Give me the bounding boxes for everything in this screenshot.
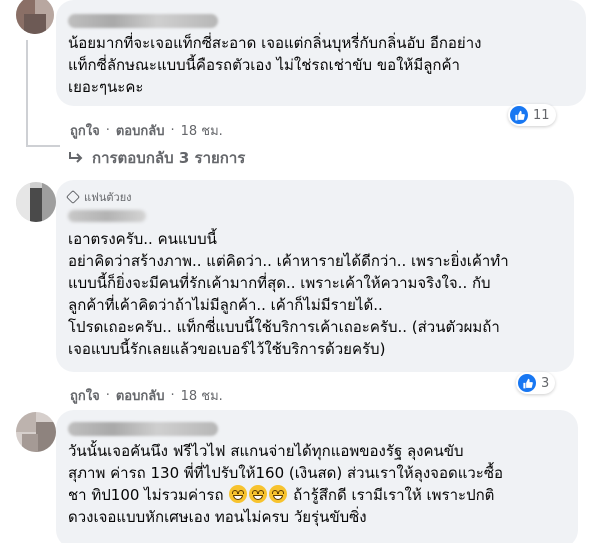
separator-dot: · xyxy=(105,123,110,138)
separator-dot: · xyxy=(105,388,110,403)
comment-text: เอาตรงครับ.. คนแบบนี้ xyxy=(68,230,217,248)
avatar[interactable] xyxy=(16,412,56,452)
view-replies-link[interactable]: การตอบกลับ 3 รายการ xyxy=(68,146,245,170)
comment-text-part: ชา ทิป100 ไม่รวมค่ารถ xyxy=(68,486,224,504)
reply-button[interactable]: ตอบกลับ xyxy=(116,385,165,406)
comment-text: โปรดเถอะครับ.. แท็กซี่แบบนี้ใช้บริการเค้… xyxy=(68,318,500,336)
view-replies-label: การตอบกลับ 3 รายการ xyxy=(92,149,246,167)
reaction-count[interactable]: 3 xyxy=(516,372,556,394)
comment-text: ดวงเจอแบบหักเศษเอง ทอนไม่ครบ วัยรุ่นขับซ… xyxy=(68,508,367,526)
comment-text: ลูกค้าที่เค้าคิดว่าถ้าไม่มีลูกค้า.. เค้า… xyxy=(68,296,383,314)
comment-text: เยอะๆนะคะ xyxy=(68,78,144,96)
comment-text: แบบนี้ก็ยิ่งจะมีคนที่รักเค้ามากที่สุด.. … xyxy=(68,274,491,292)
comment-text: อย่าคิดว่าสร้างภาพ.. แต่คิดว่า.. เค้าหาร… xyxy=(68,252,509,270)
top-fan-label: แฟนตัวยง xyxy=(84,191,132,204)
thread-line xyxy=(26,40,28,146)
comment-text: น้อยมากที่จะเจอแท็กซี่สะอาด เจอแต่กลิ่นบ… xyxy=(68,34,482,52)
separator-dot: · xyxy=(170,388,175,403)
reply-button[interactable]: ตอบกลับ xyxy=(116,120,165,141)
comment-actions: ถูกใจ · ตอบกลับ · 18 ชม. xyxy=(70,385,223,406)
comment-bubble-2: แฟนตัวยง เอาตรงครับ.. คนแบบนี้ อย่าคิดว่… xyxy=(56,180,574,372)
grinning-emoji-icon xyxy=(229,485,248,503)
like-reaction-icon xyxy=(518,374,536,392)
top-fan-badge[interactable]: แฟนตัวยง xyxy=(65,188,562,206)
comment-text: เจอแบบนี้รักเลยแล้วขอเบอร์ไว้ใช้บริการด้… xyxy=(68,340,386,358)
comment-text: แท็กซี่ลักษณะแบบนี้คือรถตัวเอง ไม่ใช่รถเ… xyxy=(68,56,460,74)
comment-text: สุภาพ ค่ารถ 130 พี่ที่ไปรับให้160 (เงินส… xyxy=(68,464,504,482)
comment-actions: ถูกใจ · ตอบกลับ · 18 ชม. xyxy=(70,120,223,141)
timestamp[interactable]: 18 ชม. xyxy=(181,385,223,406)
separator-dot: · xyxy=(170,123,175,138)
reply-arrow-icon xyxy=(69,152,83,163)
avatar[interactable] xyxy=(16,0,54,34)
author-name-blurred[interactable] xyxy=(68,210,146,222)
author-name-blurred[interactable] xyxy=(68,422,218,436)
grinning-emoji-icon xyxy=(269,485,288,503)
timestamp[interactable]: 18 ชม. xyxy=(181,120,223,141)
comment-bubble-1: น้อยมากที่จะเจอแท็กซี่สะอาด เจอแต่กลิ่นบ… xyxy=(56,0,586,106)
like-button[interactable]: ถูกใจ xyxy=(70,385,100,406)
thread-line xyxy=(26,145,60,147)
comment-bubble-3: วันนั้นเจอคันนึง ฟรีไวไฟ สแกนจ่ายได้ทุกแ… xyxy=(56,410,578,543)
grinning-emoji-icon xyxy=(249,485,268,503)
comments-feed: น้อยมากที่จะเจอแท็กซี่สะอาด เจอแต่กลิ่นบ… xyxy=(0,0,603,543)
avatar[interactable] xyxy=(16,182,56,222)
reaction-count[interactable]: 11 xyxy=(508,104,556,126)
comment-text-part: ถ้ารู้สึกดี เรามีเราให้ เพราะปกติ xyxy=(293,486,495,504)
like-reaction-icon xyxy=(510,106,528,124)
reaction-number: 11 xyxy=(533,107,550,123)
comment-text: วันนั้นเจอคันนึง ฟรีไวไฟ สแกนจ่ายได้ทุกแ… xyxy=(68,442,464,460)
comment-text-with-emoji: ชา ทิป100 ไม่รวมค่ารถ ถ้ารู้สึกดี เรามีเ… xyxy=(68,484,566,506)
reaction-number: 3 xyxy=(541,375,550,391)
author-name-blurred[interactable] xyxy=(68,14,218,28)
like-button[interactable]: ถูกใจ xyxy=(70,120,100,141)
top-fan-icon xyxy=(65,189,81,205)
